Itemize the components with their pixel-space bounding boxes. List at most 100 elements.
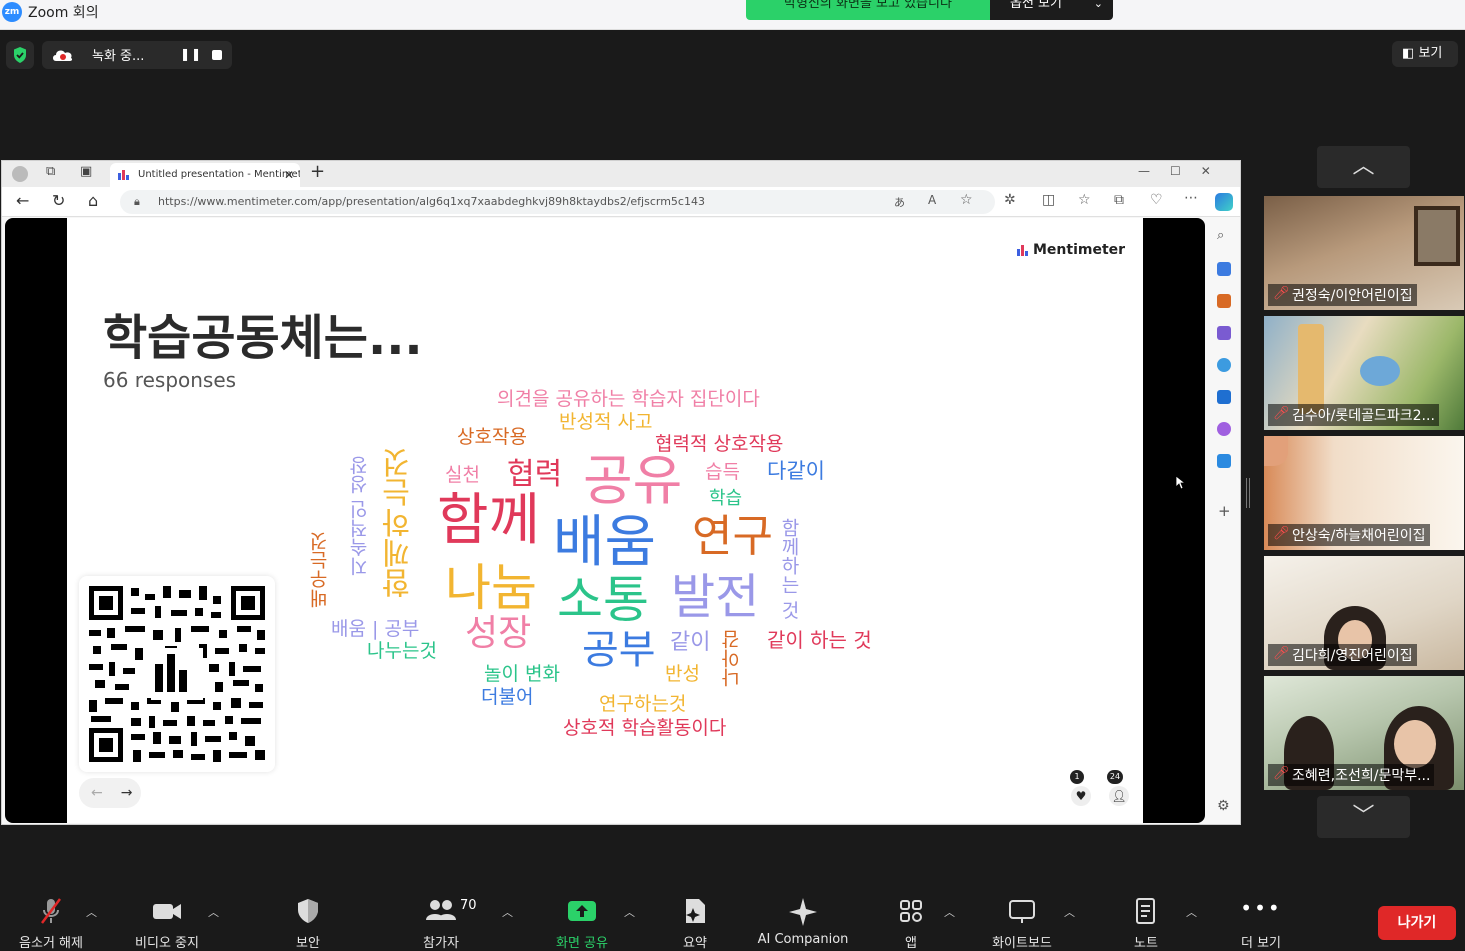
share-screen-icon: [546, 896, 618, 928]
copilot-icon[interactable]: [1215, 193, 1233, 211]
apps-options-caret-icon[interactable]: ︿: [944, 904, 955, 920]
browser-tab-active[interactable]: Untitled presentation - Mentimeter ✕: [110, 163, 300, 187]
share-options-caret-icon[interactable]: ︿: [624, 904, 635, 920]
participant-video-tile[interactable]: 🎤︎ 조혜련,조선희/문막부...: [1264, 676, 1464, 790]
whiteboard-button[interactable]: 화이트보드: [978, 896, 1066, 951]
url-text: https://www.mentimeter.com/app/presentat…: [158, 195, 705, 208]
qr-code-icon: [87, 584, 267, 764]
prev-slide-arrow-icon[interactable]: ←: [91, 785, 121, 801]
audience-count: 24: [1107, 770, 1123, 784]
app-title: Zoom 회의: [28, 5, 99, 21]
address-input[interactable]: 🔒︎ https://www.mentimeter.com/app/presen…: [120, 190, 995, 214]
split-screen-icon[interactable]: ◫: [1042, 192, 1055, 208]
notes-button[interactable]: 노트: [1116, 896, 1176, 951]
more-dots-icon: •••: [1240, 896, 1282, 920]
tab-actions-icon[interactable]: ▣: [80, 164, 92, 179]
participant-video-tile[interactable]: 🎤︎ 안상숙/하늘채어린이집: [1264, 436, 1464, 550]
panel-resize-handle[interactable]: [1246, 478, 1250, 508]
new-tab-button[interactable]: +: [310, 161, 325, 182]
favorites-icon[interactable]: ☆: [1078, 192, 1091, 208]
whiteboard-icon: [978, 896, 1066, 928]
favorite-star-icon[interactable]: ☆: [960, 192, 973, 208]
browser-window: ⧉ ▣ Untitled presentation - Mentimeter ✕…: [1, 160, 1241, 825]
extensions-icon[interactable]: ✲: [1004, 192, 1016, 208]
add-sidebar-app-icon[interactable]: +: [1218, 502, 1231, 520]
person-icon: 👤︎: [1109, 786, 1129, 806]
outlook-icon[interactable]: [1217, 390, 1231, 404]
unmute-button[interactable]: 음소거 해제: [8, 896, 94, 951]
participant-name: 🎤︎ 안상숙/하늘채어린이집: [1268, 524, 1430, 546]
participant-name: 🎤︎ 김다희/영진어린이집: [1268, 644, 1417, 666]
audio-options-caret-icon[interactable]: ︿: [86, 904, 97, 920]
view-button[interactable]: ◧ 보기: [1392, 41, 1458, 67]
next-slide-arrow-icon[interactable]: →: [121, 785, 151, 801]
profile-avatar-icon[interactable]: [12, 166, 28, 182]
cloud-word: 배움: [553, 510, 657, 575]
tools-icon[interactable]: [1217, 294, 1231, 308]
view-options-button[interactable]: 옵션 보기 ⌄: [990, 0, 1113, 20]
participant-video-tile[interactable]: 🎤︎ 김수아/롯데골드파크2...: [1264, 316, 1464, 430]
cloud-word: 놀이 변화: [484, 663, 560, 685]
view-button-label: 보기: [1418, 46, 1443, 61]
more-menu-icon[interactable]: ⋯: [1184, 190, 1198, 206]
join-qr-code[interactable]: [79, 576, 275, 772]
background-picture-frame: [1414, 206, 1460, 266]
cloud-word: 함께하는것: [382, 448, 417, 598]
mentimeter-favicon-icon: [118, 170, 129, 180]
stop-recording-button[interactable]: [212, 50, 222, 60]
mouse-cursor-icon: [1176, 476, 1186, 490]
share-screen-button[interactable]: 화면 공유: [546, 896, 618, 951]
cloud-record-icon: [53, 50, 73, 61]
apps-button[interactable]: 앱: [884, 896, 938, 951]
recording-label: 녹화 중...: [92, 49, 145, 64]
shopping-tag-icon[interactable]: [1217, 262, 1231, 276]
apps-grid-icon: [884, 896, 938, 928]
pause-recording-button[interactable]: ❚❚: [180, 47, 202, 61]
more-button[interactable]: ••• 더 보기: [1228, 896, 1294, 951]
participant-video-tile[interactable]: 🎤︎ 권정숙/이안어린이집: [1264, 196, 1464, 310]
stop-video-button[interactable]: 비디오 중지: [124, 896, 210, 951]
translate-icon[interactable]: あ: [894, 194, 905, 210]
mic-muted-icon: 🎤︎: [1273, 646, 1290, 661]
read-aloud-icon[interactable]: A: [928, 193, 936, 207]
whiteboard-options-caret-icon[interactable]: ︿: [1064, 904, 1075, 920]
heart-icon: ♥: [1071, 786, 1091, 806]
participants-button[interactable]: 70 참가자: [404, 896, 478, 951]
mic-muted-icon: 🎤︎: [1273, 766, 1290, 781]
security-status-button[interactable]: [6, 41, 34, 69]
cloud-word: 반성적 사고: [559, 411, 653, 433]
browser-essentials-icon[interactable]: ♡: [1150, 192, 1163, 208]
zoom-title-bar: zm Zoom 회의: [0, 0, 1465, 30]
gallery-scroll-down-button[interactable]: ﹀: [1317, 796, 1410, 838]
layout-icon: ◧: [1402, 46, 1415, 61]
workspaces-icon[interactable]: ⧉: [46, 164, 55, 179]
cloud-word: 연구하는것: [599, 693, 687, 715]
participants-options-caret-icon[interactable]: ︿: [502, 904, 513, 920]
designer-icon[interactable]: [1217, 422, 1231, 436]
participant-video-tile[interactable]: 🎤︎ 김다희/영진어린이집: [1264, 556, 1464, 670]
home-icon[interactable]: ⌂: [88, 191, 98, 210]
cloud-word: 실천: [445, 464, 480, 486]
microsoft-365-icon[interactable]: [1217, 358, 1231, 372]
chevron-up-icon: ︿: [1352, 154, 1375, 179]
leave-meeting-button[interactable]: 나가기: [1378, 906, 1456, 940]
security-button[interactable]: 보안: [272, 896, 344, 951]
collections-icon[interactable]: ⧉: [1114, 192, 1124, 208]
send-icon[interactable]: [1217, 454, 1231, 468]
search-icon[interactable]: ⌕: [1217, 228, 1224, 243]
ai-companion-button[interactable]: AI Companion: [748, 896, 858, 947]
people-icon[interactable]: [1217, 326, 1231, 340]
window-controls[interactable]: —☐✕: [1138, 164, 1231, 178]
summary-button[interactable]: 요약: [664, 896, 726, 951]
close-tab-icon[interactable]: ✕: [284, 163, 294, 187]
back-arrow-icon[interactable]: ←: [16, 191, 29, 210]
cloud-word: 의견을 공유하는 학습자 집단이다: [497, 388, 760, 410]
video-options-caret-icon[interactable]: ︿: [208, 904, 219, 920]
notes-options-caret-icon[interactable]: ︿: [1186, 904, 1197, 920]
refresh-icon[interactable]: ↻: [52, 191, 65, 210]
cloud-word: 협력: [507, 457, 563, 492]
cloud-word: 같이: [670, 630, 711, 655]
gallery-scroll-up-button[interactable]: ︿: [1317, 146, 1410, 188]
address-bar-row: ← ↻ ⌂ 🔒︎ https://www.mentimeter.com/app/…: [2, 187, 1240, 217]
settings-gear-icon[interactable]: ⚙: [1217, 798, 1230, 814]
